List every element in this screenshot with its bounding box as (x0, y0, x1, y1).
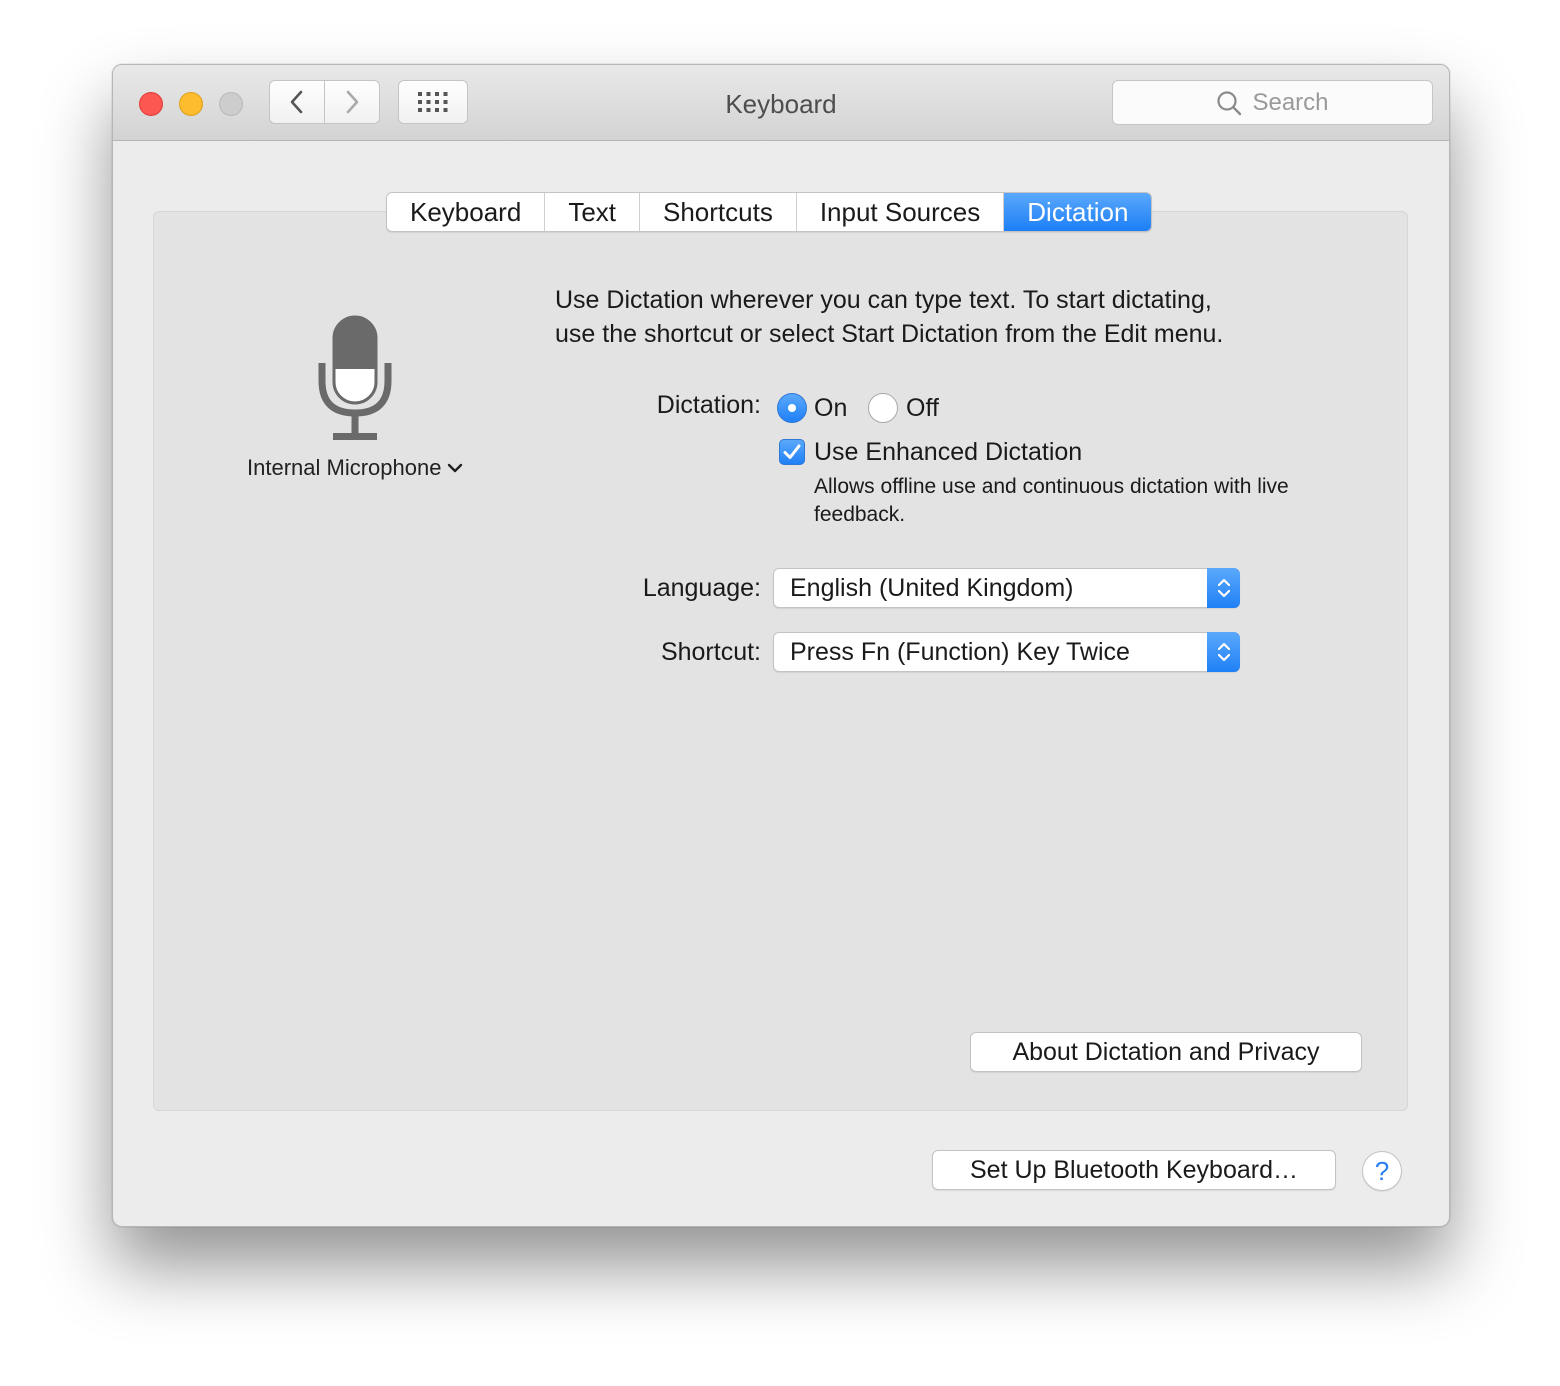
up-down-arrows-icon (1207, 568, 1240, 608)
dictation-intro: Use Dictation wherever you can type text… (555, 283, 1335, 351)
enhanced-dictation-note: Allows offline use and continuous dictat… (814, 475, 1289, 526)
tab-keyboard[interactable]: Keyboard (387, 193, 546, 231)
dictation-on-radio[interactable] (777, 393, 807, 423)
dictation-off-radio[interactable] (868, 393, 898, 423)
enhanced-dictation-checkbox[interactable] (779, 439, 805, 465)
dictation-label: Dictation: (656, 391, 761, 419)
dictation-on-label[interactable]: On (814, 394, 847, 423)
help-button[interactable]: ? (1362, 1151, 1402, 1191)
about-dictation-privacy-button[interactable]: About Dictation and Privacy (970, 1032, 1362, 1072)
shortcut-label: Shortcut: (660, 638, 761, 666)
dictation-off-label[interactable]: Off (906, 394, 939, 423)
shortcut-value: Press Fn (Function) Key Twice (790, 638, 1130, 666)
language-label: Language: (642, 574, 761, 602)
tab-shortcuts[interactable]: Shortcuts (640, 193, 797, 231)
chevron-down-icon (448, 463, 463, 473)
up-down-arrows-icon (1207, 632, 1240, 672)
search-icon (1217, 90, 1242, 115)
tab-bar: Keyboard Text Shortcuts Input Sources Di… (386, 192, 1153, 232)
title-bar: Keyboard Search (113, 65, 1449, 141)
enhanced-dictation-label[interactable]: Use Enhanced Dictation (814, 438, 1082, 467)
microphone-source-label: Internal Microphone (247, 455, 442, 480)
tab-input-sources[interactable]: Input Sources (797, 193, 1005, 231)
intro-line-1: Use Dictation wherever you can type text… (555, 286, 1212, 314)
keyboard-preferences-window: Keyboard Search Keyboard Text Shortcuts … (112, 64, 1450, 1227)
tab-dictation[interactable]: Dictation (1004, 193, 1152, 231)
bluetooth-keyboard-button[interactable]: Set Up Bluetooth Keyboard… (932, 1150, 1336, 1190)
tab-text[interactable]: Text (545, 193, 640, 231)
shortcut-popup[interactable]: Press Fn (Function) Key Twice (773, 632, 1240, 672)
search-field[interactable]: Search (1112, 80, 1433, 125)
checkmark-icon (783, 444, 801, 459)
microphone-icon (317, 315, 393, 443)
language-popup[interactable]: English (United Kingdom) (773, 568, 1240, 608)
language-value: English (United Kingdom) (790, 574, 1074, 602)
microphone-source-select[interactable]: Internal Microphone (247, 455, 463, 481)
intro-line-2: use the shortcut or select Start Dictati… (555, 320, 1224, 348)
search-placeholder: Search (1252, 88, 1329, 116)
